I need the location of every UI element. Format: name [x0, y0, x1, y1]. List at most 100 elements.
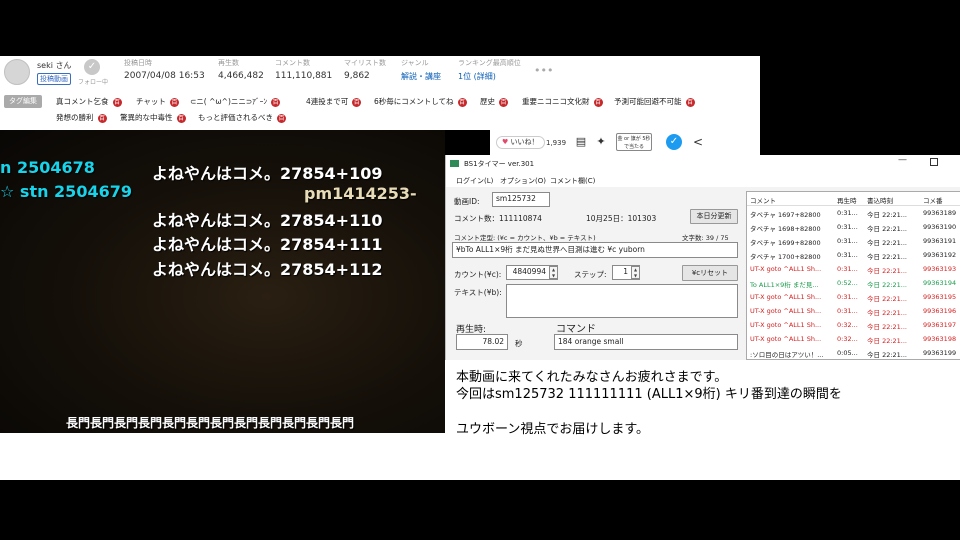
- table-cell-comment: タベチャ 1699+82800: [750, 239, 821, 247]
- tag-item[interactable]: 真コメント乞食百: [56, 96, 122, 107]
- table-row[interactable]: タベチャ 1698+82800 0:31... 今日 22:21... 9936319…: [747, 220, 960, 234]
- dictionary-icon[interactable]: 百: [271, 97, 281, 107]
- playtime-input[interactable]: 78.02: [456, 334, 508, 350]
- video-info-bar: seki さん 投稿動画 ✓ フォロー中 投稿日時 2007/04/08 16:…: [0, 56, 760, 92]
- uploader-videos-link[interactable]: 投稿動画: [37, 73, 71, 85]
- table-header: コメント 再生時 書込時刻 コメ番: [747, 192, 960, 206]
- table-cell-written: 今日 22:21...: [867, 323, 907, 331]
- uploader-name[interactable]: seki さん: [37, 60, 72, 71]
- video-comment: ☆ stn 2504679: [0, 182, 132, 201]
- twitter-share-icon[interactable]: ✓: [666, 134, 682, 150]
- description-line: 今回はsm125732 111111111 (ALL1×9桁) キリ番到達の瞬間…: [456, 387, 842, 402]
- seconds-label: 秒: [515, 339, 523, 348]
- ranking-detail-link[interactable]: 1位 (詳細): [458, 71, 521, 82]
- table-cell-comment: タベチャ 1697+82800: [750, 211, 821, 219]
- dictionary-icon[interactable]: 百: [685, 97, 695, 107]
- avatar[interactable]: [4, 59, 30, 85]
- table-cell-written: 今日 22:21...: [867, 281, 907, 289]
- text-input[interactable]: [506, 284, 738, 318]
- comment-table[interactable]: コメント 再生時 書込時刻 コメ番 タベチャ 1697+82800 0:31...…: [746, 191, 960, 360]
- description-line: ユウボーン視点でお届けします。: [456, 422, 650, 437]
- bs1-timer-window: BS1タイマー ver.301 — ログイン(L) オプション(O) コメント欄…: [445, 155, 960, 360]
- template-label: コメント定型: (¥c = カウント、¥b = テキスト): [454, 234, 596, 242]
- table-row[interactable]: UT-X goto ^ALL1 Sh... 0:32... 今日 22:21... 9…: [747, 332, 960, 346]
- table-cell-comment: タベチャ 1700+82800: [750, 253, 821, 261]
- step-stepper[interactable]: ▲ ▼: [631, 266, 640, 279]
- table-row[interactable]: UT-X goto ^ALL1 Sh... 0:32... 今日 22:21... 9…: [747, 318, 960, 332]
- menu-options[interactable]: オプション(O): [500, 176, 546, 186]
- count-stepper[interactable]: ▲ ▼: [549, 266, 558, 279]
- dictionary-icon[interactable]: 百: [169, 97, 179, 107]
- follow-status-label: フォロー中: [78, 79, 109, 86]
- table-row[interactable]: UT-X goto ^ALL1 Sh... 0:31... 今日 22:21... 9…: [747, 262, 960, 276]
- tag-item[interactable]: 予測可能回避不可能百: [614, 96, 695, 107]
- tag-item[interactable]: 4連投まで可百: [306, 96, 362, 107]
- table-cell-no: 99363199: [923, 349, 957, 357]
- share-icon[interactable]: <: [690, 134, 706, 150]
- follow-check-icon[interactable]: ✓: [84, 59, 100, 75]
- video-id-input[interactable]: sm125732: [492, 192, 550, 207]
- like-button[interactable]: ♥ いいね！: [496, 136, 545, 149]
- stat-post-date: 投稿日時 2007/04/08 16:53: [124, 59, 205, 81]
- table-cell-written: 今日 22:21...: [867, 211, 907, 219]
- table-row[interactable]: :ソロ目の日はアツい！... 0:05... 今日 22:21... 99363199: [747, 346, 960, 359]
- table-row[interactable]: タベチャ 1697+82800 0:31... 今日 22:21... 9936318…: [747, 206, 960, 220]
- tag-item[interactable]: 驚異的な中毒性百: [120, 112, 186, 123]
- table-cell-comment: :ソロ目の日はアツい！...: [750, 351, 824, 359]
- table-row[interactable]: To ALL1×9桁 まだ見... 0:52... 今日 22:21... 99363…: [747, 276, 960, 290]
- table-cell-time: 0:05...: [837, 349, 858, 357]
- dictionary-icon[interactable]: 百: [277, 113, 286, 123]
- today-update-button[interactable]: 本日分更新: [690, 209, 738, 224]
- video-action-bar: ♥ いいね！ 1,939 ▤ ✦ 金 or 旗が 5秒で当たる ✓ <: [490, 130, 760, 155]
- add-mylist-icon[interactable]: ▤: [574, 135, 588, 149]
- tag-item[interactable]: 6秒毎にコメントしてね百: [374, 96, 467, 107]
- dictionary-icon[interactable]: 百: [352, 97, 362, 107]
- template-input[interactable]: ¥bTo ALL1×9桁 まだ見ぬ世界へ目測は進む ¥c yuborn: [452, 242, 738, 258]
- window-titlebar[interactable]: BS1タイマー ver.301 —: [446, 155, 960, 173]
- gift-lottery-button[interactable]: 金 or 旗が 5秒で当たる: [616, 133, 652, 151]
- table-row[interactable]: UT-X goto ^ALL1 Sh... 0:31... 今日 22:21... 9…: [747, 304, 960, 318]
- tag-item[interactable]: 重要ニコニコ文化財百: [522, 96, 603, 107]
- dictionary-icon[interactable]: 百: [457, 97, 467, 107]
- maximize-icon[interactable]: [930, 158, 938, 166]
- video-comment: n 2504678: [0, 158, 95, 177]
- menu-login[interactable]: ログイン(L): [456, 176, 493, 186]
- menu-comment-column[interactable]: コメント欄(C): [550, 176, 595, 186]
- table-cell-written: 今日 22:21...: [867, 225, 907, 233]
- tag-item[interactable]: 発想の勝利百: [56, 112, 107, 123]
- tag-item[interactable]: ⊂ニ( ^ω^)ニニ⊃ｱﾞｰﾝ百: [190, 96, 281, 107]
- tag-item[interactable]: チャット百: [136, 96, 179, 107]
- video-comment: よねやんはコメ。27854+112: [152, 260, 383, 279]
- genre-link[interactable]: 解説・講座: [401, 71, 441, 82]
- table-row[interactable]: タベチャ 1699+82800 0:31... 今日 22:21... 9936319…: [747, 234, 960, 248]
- stat-mylist-count: マイリスト数 9,862: [344, 59, 386, 81]
- table-cell-time: 0:31...: [837, 293, 858, 301]
- dictionary-icon[interactable]: 百: [176, 113, 186, 123]
- table-row[interactable]: タベチャ 1700+82800 0:31... 今日 22:21... 9936319…: [747, 248, 960, 262]
- date-label: 10月25日：101303: [586, 214, 657, 223]
- table-cell-written: 今日 22:21...: [867, 337, 907, 345]
- nicoad-icon[interactable]: ✦: [594, 135, 608, 149]
- more-options-icon[interactable]: •••: [534, 64, 553, 77]
- dictionary-icon[interactable]: 百: [112, 97, 122, 107]
- stat-view-count: 再生数 4,466,482: [218, 59, 264, 81]
- tag-item[interactable]: もっと評価されるべき百: [198, 112, 286, 123]
- command-input[interactable]: 184 orange small: [554, 334, 738, 350]
- count-reset-button[interactable]: ¥cリセット: [682, 265, 738, 281]
- table-cell-no: 99363189: [923, 209, 957, 217]
- text-label: テキスト(¥b):: [454, 288, 502, 297]
- tag-item[interactable]: 歴史百: [480, 96, 508, 107]
- table-cell-no: 99363198: [923, 335, 957, 343]
- dictionary-icon[interactable]: 百: [97, 113, 107, 123]
- minimize-icon[interactable]: —: [898, 155, 907, 165]
- tag-edit-button[interactable]: タグ編集: [4, 95, 42, 108]
- video-comment: 長門長門長門長門長門長門長門長門長門長門長門長門: [66, 416, 355, 430]
- table-cell-time: 0:31...: [837, 209, 858, 217]
- video-comment: よねやんはコメ。27854+111: [152, 235, 383, 254]
- video-player[interactable]: n 2504678 よねやんはコメ。27854+109 ☆ stn 250467…: [0, 130, 445, 433]
- table-row[interactable]: UT-X goto ^ALL1 Sh... 0:31... 今日 22:21... 9…: [747, 290, 960, 304]
- tag-bar: タグ編集 真コメント乞食百 チャット百 ⊂ニ( ^ω^)ニニ⊃ｱﾞｰﾝ百 4連投…: [0, 92, 760, 130]
- command-label: コマンド: [556, 324, 596, 335]
- dictionary-icon[interactable]: 百: [593, 97, 603, 107]
- dictionary-icon[interactable]: 百: [499, 97, 508, 107]
